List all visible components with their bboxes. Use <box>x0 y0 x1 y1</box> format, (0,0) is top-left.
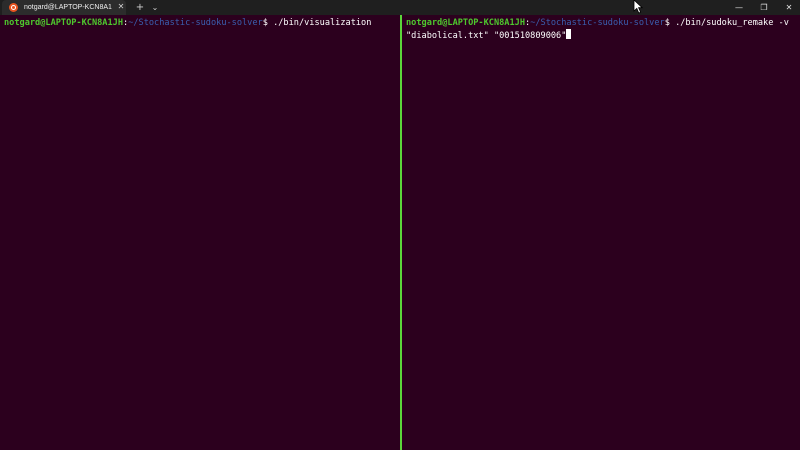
new-tab-button[interactable]: + <box>134 1 146 14</box>
prompt-user-host: notgard@LAPTOP-KCN8A1JH <box>406 18 525 28</box>
close-window-button[interactable]: ✕ <box>776 0 800 15</box>
text-cursor <box>566 29 572 39</box>
prompt-path: ~/Stochastic-sudoku-solver <box>128 18 263 28</box>
prompt-path: ~/Stochastic-sudoku-solver <box>530 18 665 28</box>
ubuntu-icon <box>9 3 18 12</box>
terminal-pane-left[interactable]: notgard@LAPTOP-KCN8A1JH:~/Stochastic-sud… <box>0 15 399 450</box>
tab-title: notgard@LAPTOP-KCN8A1JH: <box>24 4 112 11</box>
command-text: ./bin/visualization <box>267 18 372 28</box>
mouse-pointer-icon <box>633 0 644 14</box>
chevron-down-icon[interactable]: ⌄ <box>149 1 161 14</box>
prompt-user-host: notgard@LAPTOP-KCN8A1JH <box>4 18 123 28</box>
tab-close-icon[interactable]: ✕ <box>116 1 126 13</box>
minimize-button[interactable]: — <box>726 0 752 15</box>
terminal-tab[interactable]: notgard@LAPTOP-KCN8A1JH: ✕ <box>2 0 126 15</box>
title-bar: notgard@LAPTOP-KCN8A1JH: ✕ + ⌄ — ❐ ✕ <box>0 0 800 15</box>
terminal-pane-right[interactable]: notgard@LAPTOP-KCN8A1JH:~/Stochastic-sud… <box>402 15 800 450</box>
maximize-button[interactable]: ❐ <box>751 0 777 15</box>
